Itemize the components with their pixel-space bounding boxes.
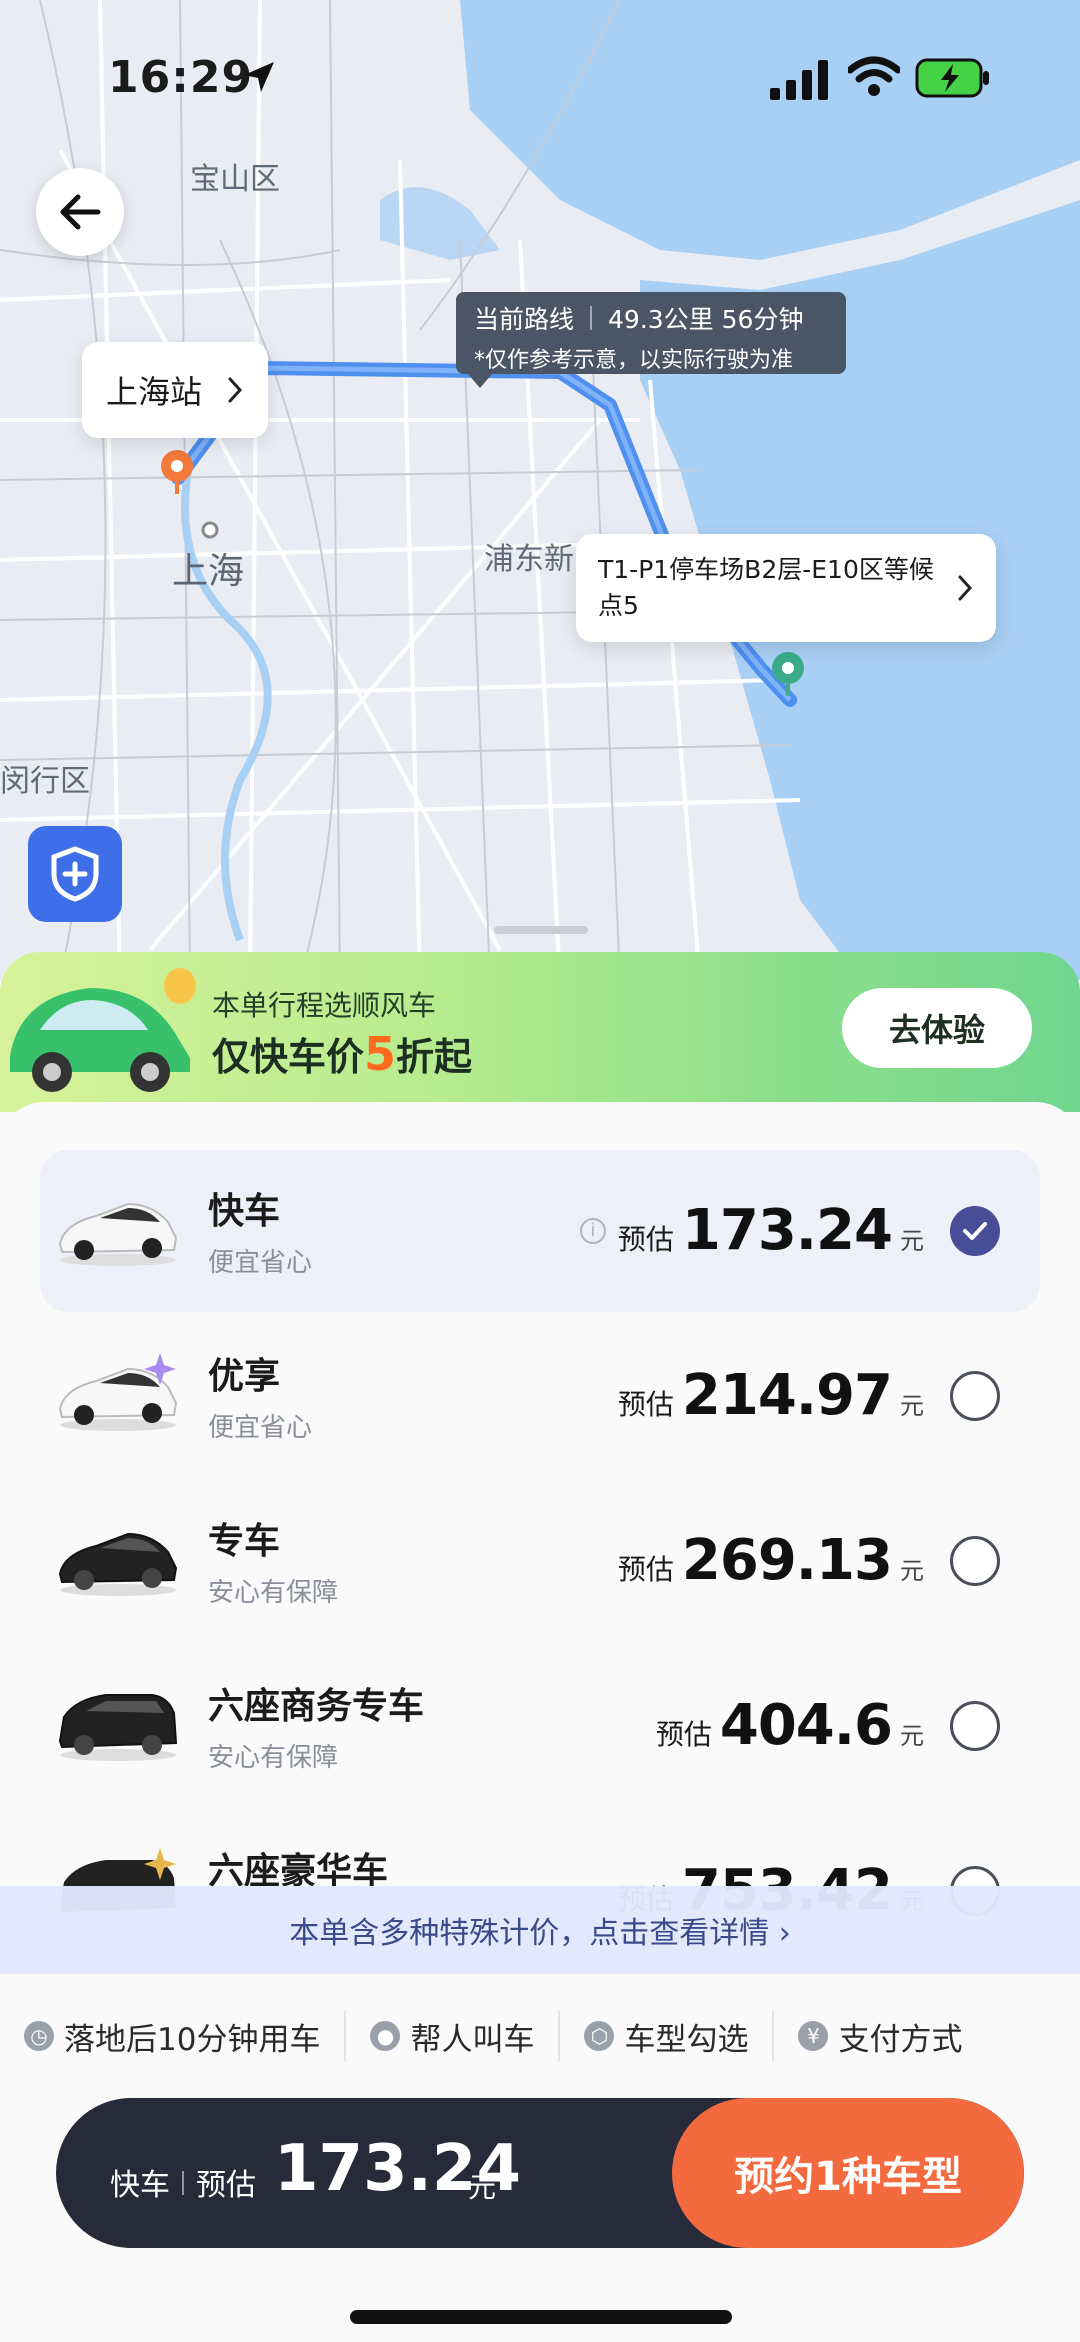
booking-est-label: 预估: [196, 2168, 256, 2203]
clock-icon: ◷: [24, 2021, 54, 2051]
select-checkbox[interactable]: [950, 1701, 1000, 1751]
route-note: *仅作参考示意，以实际行驶为准: [474, 348, 794, 373]
shield-plus-icon: [51, 846, 99, 902]
select-checkbox[interactable]: [950, 1371, 1000, 1421]
route-title: 当前路线: [474, 305, 575, 334]
price-group: 预估 214.97 元: [618, 1363, 924, 1428]
ride-options-bar: ◷ 落地后10分钟用车 ● 帮人叫车 ⬡ 车型勾选 ¥ 支付方式: [0, 1996, 1080, 2076]
start-location-card[interactable]: 上海站: [82, 342, 268, 438]
route-distance: 49.3公里: [608, 305, 714, 334]
location-arrow-icon: [244, 62, 274, 92]
price-unit: 元: [900, 1722, 924, 1750]
safety-shield-button[interactable]: [28, 826, 122, 922]
map-label-baoshan: 宝山区: [190, 162, 280, 197]
home-indicator[interactable]: [350, 2310, 732, 2324]
est-label: 预估: [617, 1553, 674, 1586]
chevron-right-icon: [958, 575, 973, 601]
green-beetle-car-icon: [10, 968, 196, 1092]
car-price: 173.24: [681, 1198, 893, 1263]
promo-discount-number: 5: [364, 1027, 397, 1081]
option-schedule[interactable]: ◷ 落地后10分钟用车: [0, 2014, 344, 2059]
price-unit: 元: [900, 1392, 924, 1420]
car-option-youxiang[interactable]: 优享 便宜省心 预估 214.97 元: [40, 1315, 1040, 1477]
price-group: i 预估 173.24 元: [579, 1198, 924, 1263]
end-location-label: T1-P1停车场B2层-E10区等候点5: [598, 555, 934, 620]
arrow-left-icon: [60, 194, 101, 230]
car-option-kuaiche[interactable]: 快车 便宜省心 i 预估 173.24 元: [40, 1150, 1040, 1312]
promo-line2: 仅快车价5折起: [212, 1026, 472, 1081]
white-sedan-sparkle-icon: [58, 1353, 178, 1431]
price-unit: 元: [900, 1227, 924, 1255]
route-divider: [590, 306, 593, 330]
booking-car-type: 快车: [110, 2168, 170, 2203]
price-group: 预估 269.13 元: [618, 1528, 924, 1593]
battery-charging-icon: [915, 58, 989, 98]
car-desc: 便宜省心: [208, 1248, 313, 1278]
promo-line2-suffix: 折起: [396, 1035, 473, 1079]
booking-price-unit: 元: [468, 2171, 497, 2204]
est-label: 预估: [655, 1718, 712, 1751]
car-desc: 便宜省心: [208, 1413, 313, 1443]
divider: [182, 2171, 184, 2195]
route-duration: 56分钟: [721, 305, 804, 334]
car-desc: 安心有保障: [208, 1578, 339, 1608]
try-button[interactable]: 去体验: [842, 988, 1032, 1068]
est-label: 预估: [617, 1223, 674, 1256]
car-price: 269.13: [681, 1528, 893, 1593]
black-sedan-icon: [58, 1532, 178, 1596]
start-location-label: 上海站: [106, 373, 203, 411]
status-time: 16:29: [108, 52, 254, 103]
booking-bar: 快车 预估 173.24 元 预约1种车型: [56, 2098, 1024, 2248]
car-price: 214.97: [681, 1363, 893, 1428]
select-checkbox-checked[interactable]: [950, 1206, 1000, 1256]
map-label-minhang: 闵行区: [0, 764, 90, 799]
checkmark-icon: [963, 1222, 987, 1240]
route-info-tooltip: 当前路线 49.3公里 56分钟 *仅作参考示意，以实际行驶为准: [456, 292, 846, 388]
option-payment[interactable]: ¥ 支付方式: [774, 2014, 986, 2059]
promo-banner[interactable]: 本单行程选顺风车 仅快车价5折起 去体验: [0, 952, 1080, 1112]
car-name: 优享: [208, 1356, 281, 1397]
info-icon[interactable]: i: [579, 1217, 606, 1244]
option-label: 帮人叫车: [410, 2021, 535, 2058]
option-call-for-others[interactable]: ● 帮人叫车: [346, 2014, 558, 2059]
end-location-card[interactable]: T1-P1停车场B2层-E10区等候点5: [576, 534, 996, 642]
black-van-icon: [58, 1694, 178, 1761]
car-name: 快车: [208, 1191, 281, 1232]
option-label: 落地后10分钟用车: [64, 2021, 321, 2058]
tooltip-tail: [468, 374, 492, 388]
map-label-pudong: 浦东新: [484, 542, 574, 577]
car-price: 404.6: [719, 1693, 893, 1758]
option-label: 支付方式: [838, 2021, 963, 2058]
drag-handle[interactable]: [494, 926, 588, 934]
back-button[interactable]: [36, 168, 124, 256]
car-option-six-seat-business[interactable]: 六座商务专车 安心有保障 预估 404.6 元: [40, 1645, 1040, 1807]
pricing-notice-link[interactable]: 本单含多种特殊计价，点击查看详情 ›: [0, 1886, 1080, 1974]
route-distance-duration: 49.3公里 56分钟: [608, 300, 803, 336]
book-button[interactable]: 预约1种车型: [672, 2098, 1024, 2248]
promo-line1: 本单行程选顺风车: [212, 989, 437, 1022]
price-group: 预估 404.6 元: [656, 1693, 924, 1758]
est-label: 预估: [617, 1388, 674, 1421]
select-checkbox[interactable]: [950, 1536, 1000, 1586]
wifi-icon: [848, 56, 900, 96]
car-name: 六座商务专车: [208, 1686, 425, 1727]
hexagon-icon: ⬡: [584, 2021, 615, 2051]
map-label-shanghai: 上海: [172, 551, 245, 592]
option-label: 车型勾选: [624, 2021, 749, 2058]
car-name: 专车: [208, 1521, 281, 1562]
car-desc: 安心有保障: [208, 1743, 339, 1773]
cellular-signal-icon: [770, 60, 828, 100]
yen-icon: ¥: [798, 2021, 829, 2051]
white-sedan-icon: [58, 1202, 178, 1266]
status-bar: 16:29: [0, 0, 1080, 150]
person-icon: ●: [370, 2021, 401, 2051]
booking-summary: 快车 预估: [110, 2160, 256, 2204]
car-option-zhuanche[interactable]: 专车 安心有保障 预估 269.13 元: [40, 1480, 1040, 1642]
promo-line2-prefix: 仅快车价: [212, 1035, 365, 1079]
chevron-right-icon: [228, 377, 243, 403]
option-car-type-select[interactable]: ⬡ 车型勾选: [560, 2014, 772, 2059]
price-unit: 元: [900, 1557, 924, 1585]
